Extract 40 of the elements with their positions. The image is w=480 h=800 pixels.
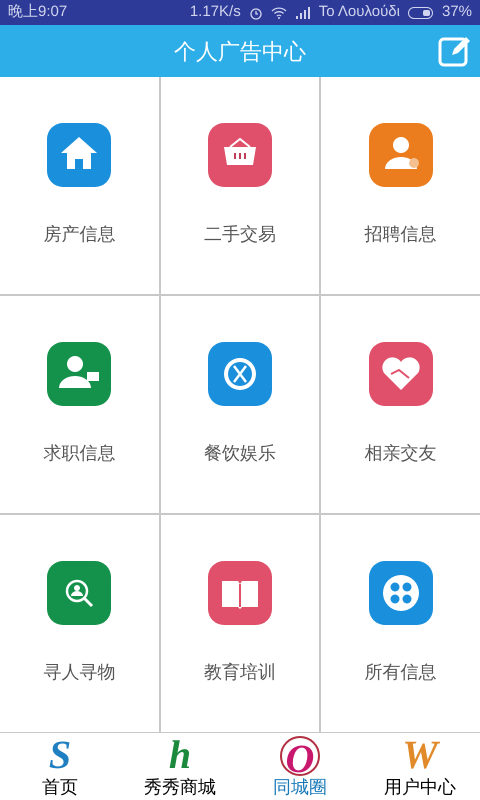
network-speed: 1.17K/s — [190, 2, 241, 22]
category-tile[interactable]: 相亲交友 — [321, 296, 480, 513]
signal-icon — [294, 6, 311, 18]
nav-logo: h — [168, 734, 192, 776]
nav-tab[interactable]: S 首页 — [0, 733, 120, 800]
category-label: 相亲交友 — [364, 442, 437, 465]
category-label: 餐饮娱乐 — [204, 442, 276, 465]
nav-tab[interactable]: O 同城圈 — [240, 733, 360, 800]
nav-label: 秀秀商城 — [144, 776, 216, 798]
status-time: 晚上9:07 — [8, 2, 68, 22]
battery-icon — [408, 6, 434, 18]
category-tile[interactable]: 寻人寻物 — [0, 515, 159, 732]
category-label: 寻人寻物 — [43, 661, 116, 684]
nav-tab[interactable]: W 用户中心 — [360, 733, 480, 800]
nav-logo: S — [48, 734, 72, 776]
alarm-icon — [248, 6, 263, 20]
category-tile[interactable]: 招聘信息 — [321, 77, 480, 294]
category-label: 求职信息 — [43, 442, 116, 465]
battery-level: 37% — [442, 2, 472, 22]
nav-label: 同城圈 — [273, 776, 327, 798]
page-title: 个人广告中心 — [174, 38, 306, 66]
nav-logo: O — [280, 736, 320, 776]
nav-label: 用户中心 — [384, 776, 456, 798]
category-tile[interactable]: 二手交易 — [160, 77, 320, 294]
category-label: 房产信息 — [43, 223, 116, 246]
nav-label: 首页 — [42, 776, 78, 798]
edit-icon[interactable] — [438, 35, 470, 67]
category-label: 教育培训 — [204, 661, 276, 684]
category-tile[interactable]: 房产信息 — [0, 77, 159, 294]
nav-tab[interactable]: h 秀秀商城 — [120, 733, 240, 800]
category-label: 招聘信息 — [364, 223, 437, 246]
category-label: 所有信息 — [364, 661, 437, 684]
category-tile[interactable]: 教育培训 — [160, 515, 320, 732]
category-tile[interactable]: 所有信息 — [321, 515, 480, 732]
wifi-icon — [270, 6, 287, 18]
category-label: 二手交易 — [204, 223, 276, 246]
category-tile[interactable]: 餐饮娱乐 — [160, 296, 320, 513]
carrier-name: Το Λουλούδι — [318, 2, 400, 22]
category-tile[interactable]: 求职信息 — [0, 296, 159, 513]
nav-logo: W — [402, 734, 438, 776]
